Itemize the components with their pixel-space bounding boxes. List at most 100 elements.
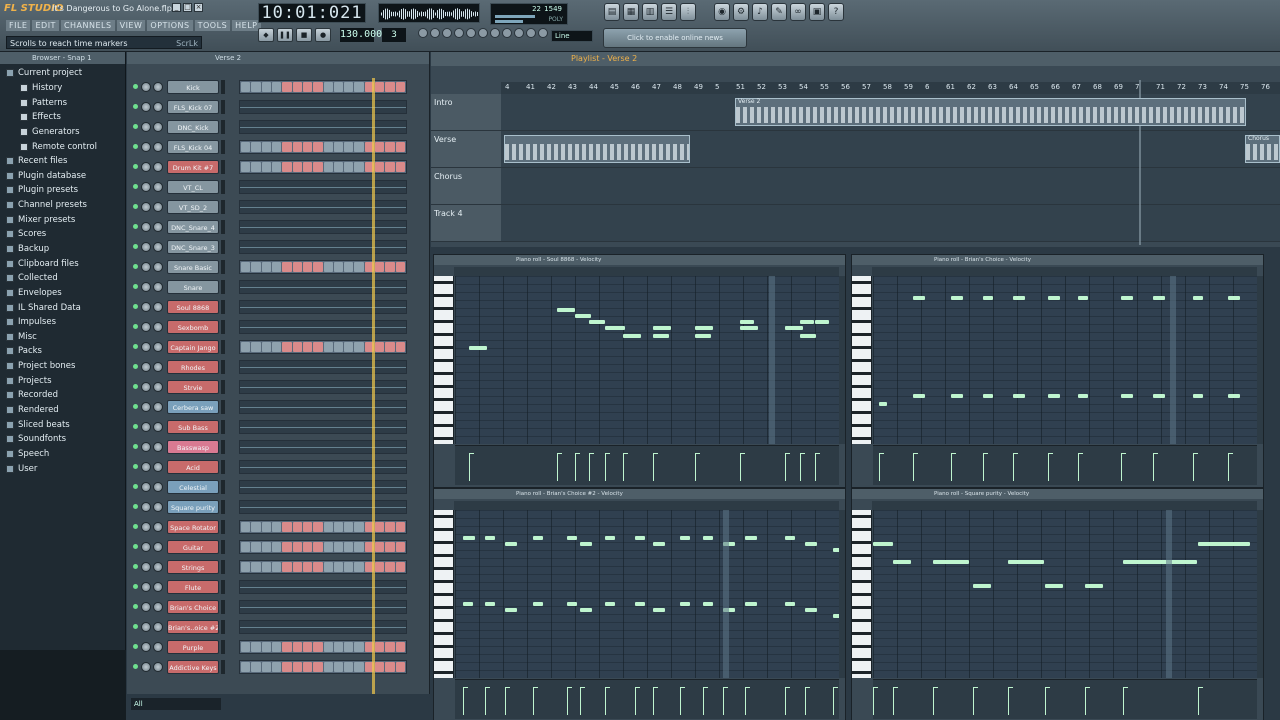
channel-name-button[interactable]: Sexbomb (167, 320, 219, 334)
piano-roll-ruler[interactable] (454, 267, 839, 276)
velocity-bar[interactable] (557, 453, 562, 481)
browser-item[interactable]: Speech (0, 447, 125, 462)
step-button[interactable] (313, 562, 323, 572)
step-button[interactable] (333, 262, 344, 272)
channel-led[interactable] (133, 184, 138, 189)
volume-knob[interactable] (153, 422, 163, 432)
midi-note[interactable] (1228, 394, 1240, 398)
velocity-bar[interactable] (973, 687, 978, 715)
pan-knob[interactable] (141, 122, 151, 132)
midi-note[interactable] (605, 602, 615, 606)
step-button[interactable] (302, 142, 313, 152)
step-button[interactable] (251, 162, 261, 172)
channel-select-bar[interactable] (221, 100, 225, 114)
velocity-bar[interactable] (833, 687, 838, 715)
volume-knob[interactable] (153, 602, 163, 612)
online-news-button[interactable]: Click to enable online news (603, 28, 747, 48)
browser-item[interactable]: Envelopes (0, 286, 125, 301)
step-button[interactable] (375, 262, 385, 272)
step-button[interactable] (344, 142, 354, 152)
midi-note[interactable] (557, 308, 575, 312)
step-button[interactable] (395, 142, 405, 152)
pause-icon[interactable]: ❚❚ (277, 28, 293, 42)
volume-knob[interactable] (153, 462, 163, 472)
step-button[interactable] (385, 342, 395, 352)
channel-select-bar[interactable] (221, 140, 225, 154)
track-lane[interactable] (501, 205, 1280, 242)
step-button[interactable] (313, 142, 323, 152)
channel-name-button[interactable]: Guitar (167, 540, 219, 554)
pan-knob[interactable] (141, 202, 151, 212)
channel-select-bar[interactable] (221, 280, 225, 294)
channel-name-button[interactable]: FLS_Kick 04 (167, 140, 219, 154)
channel-led[interactable] (133, 384, 138, 389)
channel-select-bar[interactable] (221, 660, 225, 674)
volume-knob[interactable] (153, 342, 163, 352)
mini-piano-roll[interactable] (239, 480, 407, 494)
mini-piano-roll[interactable] (239, 240, 407, 254)
wrench-icon[interactable]: ✎ (771, 3, 787, 21)
channel-select-bar[interactable] (221, 200, 225, 214)
step-button[interactable] (282, 262, 292, 272)
vertical-scrollbar[interactable] (839, 510, 845, 678)
midi-note[interactable] (740, 320, 754, 324)
volume-knob[interactable] (153, 202, 163, 212)
step-button[interactable] (302, 542, 313, 552)
menu-edit[interactable]: EDIT (32, 20, 59, 31)
step-button[interactable] (241, 642, 251, 652)
volume-knob[interactable] (153, 182, 163, 192)
piano-roll-ruler[interactable] (454, 501, 839, 510)
velocity-bar[interactable] (1045, 687, 1050, 715)
mini-piano-roll[interactable] (239, 220, 407, 234)
step-button[interactable] (302, 642, 313, 652)
channel-led[interactable] (133, 344, 138, 349)
channel-select-bar[interactable] (221, 120, 225, 134)
channel-filter[interactable]: All (131, 698, 221, 710)
vertical-scrollbar[interactable] (839, 276, 845, 444)
pan-knob[interactable] (141, 262, 151, 272)
mini-piano-roll[interactable] (239, 600, 407, 614)
step-sequencer-icon[interactable]: ▦ (623, 3, 639, 21)
step-grid[interactable] (239, 540, 407, 554)
midi-note[interactable] (1085, 584, 1103, 588)
volume-knob[interactable] (153, 142, 163, 152)
step-button[interactable] (313, 262, 323, 272)
browser-item[interactable]: Patterns (0, 95, 125, 110)
volume-knob[interactable] (153, 242, 163, 252)
record-icon[interactable]: ● (315, 28, 331, 42)
pan-knob[interactable] (141, 422, 151, 432)
step-button[interactable] (261, 542, 271, 552)
pan-knob[interactable] (141, 582, 151, 592)
velocity-bar[interactable] (1153, 453, 1158, 481)
volume-knob[interactable] (153, 662, 163, 672)
step-button[interactable] (271, 342, 282, 352)
channel-select-bar[interactable] (221, 440, 225, 454)
velocity-bar[interactable] (1228, 453, 1233, 481)
mixer-icon[interactable]: ⫶ (680, 3, 696, 21)
midi-note[interactable] (1078, 394, 1088, 398)
midi-note[interactable] (653, 326, 671, 330)
stop-icon[interactable]: ■ (296, 28, 312, 42)
step-button[interactable] (271, 522, 282, 532)
midi-note[interactable] (567, 536, 577, 540)
step-button[interactable] (313, 82, 323, 92)
midi-note[interactable] (533, 536, 543, 540)
midi-note[interactable] (879, 402, 887, 406)
midi-note[interactable] (653, 542, 665, 546)
note-grid[interactable] (455, 510, 845, 678)
midi-note[interactable] (1153, 394, 1165, 398)
step-button[interactable] (292, 262, 302, 272)
velocity-bar[interactable] (653, 687, 658, 715)
pan-knob[interactable] (141, 322, 151, 332)
mini-piano-roll[interactable] (239, 320, 407, 334)
step-button[interactable] (344, 522, 354, 532)
note-grid[interactable] (873, 510, 1257, 678)
step-button[interactable] (323, 162, 333, 172)
step-button[interactable] (385, 542, 395, 552)
midi-note[interactable] (973, 584, 991, 588)
volume-knob[interactable] (153, 362, 163, 372)
step-button[interactable] (282, 562, 292, 572)
velocity-bar[interactable] (575, 453, 580, 481)
countdown-icon[interactable] (442, 28, 452, 38)
step-button[interactable] (344, 642, 354, 652)
